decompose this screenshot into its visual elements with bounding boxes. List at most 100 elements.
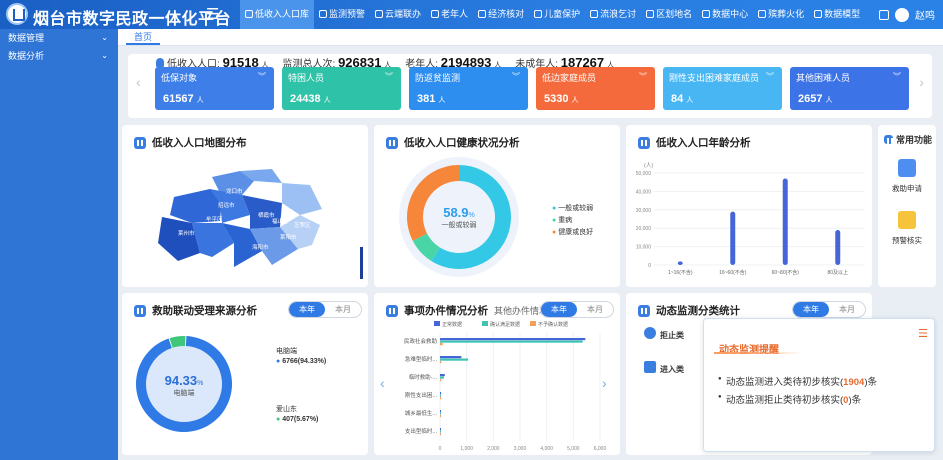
nav-icon <box>814 10 823 18</box>
sidebar-item-data-management[interactable]: 数据管理 ⌄ <box>0 29 118 47</box>
next-arrow-icon[interactable]: › <box>919 74 924 90</box>
chevron-down-icon: ⌄ <box>101 51 108 60</box>
matters-bar[interactable] <box>440 379 441 382</box>
nav-item-0[interactable]: 低收入人口库 <box>240 0 315 29</box>
matters-y-tick: 民政社会救助 <box>404 337 438 345</box>
matters-bar[interactable] <box>440 410 441 413</box>
nav-item-label: 经济核对 <box>488 9 525 19</box>
nav-item-9[interactable]: 殡葬火化 <box>753 0 809 29</box>
card-value: 61567 <box>163 93 194 105</box>
nav-item-label: 儿童保护 <box>544 9 581 19</box>
stat-card[interactable]: 特困人员 ︾ 24438 人 <box>282 67 401 110</box>
legend-item: ● 一般或较弱 <box>552 205 594 212</box>
age-bar[interactable] <box>730 211 736 265</box>
shortcut-rescue-apply[interactable]: 救助申请 <box>878 183 936 194</box>
matters-bar[interactable] <box>440 358 468 361</box>
matters-bar[interactable] <box>440 415 441 418</box>
page-tabs: 首页 <box>118 29 943 46</box>
fullscreen-icon[interactable] <box>879 9 889 20</box>
matters-bar[interactable] <box>440 361 442 364</box>
age-bar[interactable] <box>677 261 683 265</box>
matters-bar[interactable] <box>440 338 586 341</box>
matters-bar[interactable] <box>440 428 441 431</box>
age-bar-chart[interactable]: (人) 0 10,000 20,000 30,000 40,000 50,000 1~16(不… <box>626 125 872 287</box>
nav-item-5[interactable]: 儿童保护 <box>529 0 585 29</box>
card-title: 低边家庭成员 <box>542 73 597 83</box>
popup-row-reject[interactable]: 动态监测拒止类待初步核实(0)条 <box>718 392 861 406</box>
matters-x-tick: 0 <box>439 446 442 452</box>
matters-bar[interactable] <box>440 430 441 433</box>
toggle-this-month[interactable]: 本月 <box>829 302 865 317</box>
matters-bar[interactable] <box>440 392 442 395</box>
age-x-tick: 16~60(不含) <box>719 269 747 276</box>
nav-item-4[interactable]: 经济核对 <box>473 0 529 29</box>
age-y-unit: (人) <box>644 162 653 169</box>
matters-bar[interactable] <box>440 356 462 359</box>
map-region-label: 芝罘区 <box>294 223 311 229</box>
map-region-label: 莱阳市 <box>280 235 297 241</box>
nav-item-label: 殡葬火化 <box>768 9 805 19</box>
matters-bar-chart[interactable]: 正常数据 确认满足数据 不予确认数据 0 1,000 2,000 3,000 4,000 5,0… <box>374 293 620 455</box>
sidebar-item-data-analysis[interactable]: 数据分析 ⌄ <box>0 47 118 65</box>
list-menu-icon[interactable]: ☰ <box>918 327 928 340</box>
menu-toggle-icon[interactable]: ☰ <box>206 5 219 23</box>
matters-bar[interactable] <box>440 374 445 377</box>
matters-y-tick: 临时救助-... <box>409 373 438 381</box>
nav-item-label: 低收入人口库 <box>255 9 310 19</box>
matters-x-tick: 1,000 <box>460 446 473 452</box>
nav-icon <box>319 10 328 18</box>
user-name[interactable]: 赵鸣 <box>915 7 935 22</box>
matters-bar[interactable] <box>440 397 441 400</box>
stat-card[interactable]: 防返贫监测 ︾ 381 人 <box>409 67 528 110</box>
card-unit: 人 <box>825 97 833 104</box>
matters-bar[interactable] <box>440 376 444 379</box>
top-bar: 烟台市数字民政一体化平台 ☰ 低收入人口库 监测预警 云端联办 老年人 经济核对 儿童保护… <box>0 0 943 29</box>
matters-bar[interactable] <box>440 343 443 346</box>
toggle-this-year[interactable]: 本年 <box>793 302 829 317</box>
category-reject[interactable]: 拒止类 <box>660 330 684 341</box>
region-map[interactable] <box>122 125 368 287</box>
chevron-double-down-icon: ︾ <box>893 72 901 81</box>
avatar[interactable] <box>895 7 909 22</box>
matters-legend-swatch <box>482 321 488 326</box>
stat-card[interactable]: 低边家庭成员 ︾ 5330 人 <box>536 67 655 110</box>
matters-bar[interactable] <box>440 394 441 397</box>
card-unit: 人 <box>196 97 204 104</box>
tab-home[interactable]: 首页 <box>126 29 161 45</box>
nav-item-7[interactable]: 区划地名 <box>641 0 697 29</box>
matters-x-tick: 6,000 <box>594 446 607 452</box>
stat-card[interactable]: 刚性支出困难家庭成员 ︾ 84 人 <box>663 67 782 110</box>
sidebar-item-label: 数据管理 <box>8 33 45 43</box>
stat-card[interactable]: 低保对象 ︾ 61567 人 <box>155 67 274 110</box>
shortcut-warning-verify[interactable]: 预警核实 <box>878 235 936 246</box>
source-legend-pc: 电脑端 ● 6766(94.33%) <box>276 348 327 365</box>
prev-arrow-icon[interactable]: ‹ <box>136 74 141 90</box>
matters-bar[interactable] <box>440 412 441 415</box>
map-region-label: 蓬莱区 <box>256 185 273 191</box>
nav-icon <box>534 10 543 18</box>
document-icon[interactable] <box>898 159 916 177</box>
nav-item-2[interactable]: 云端联办 <box>370 0 426 29</box>
grid-icon <box>884 135 893 144</box>
health-legend: ● 一般或较弱 ● 重病 ● 健康或良好 <box>552 203 593 239</box>
nav-item-10[interactable]: 数据模型 <box>809 0 865 29</box>
nav-item-3[interactable]: 老年人 <box>426 0 473 29</box>
age-bar[interactable] <box>835 230 841 265</box>
coins-icon[interactable] <box>898 211 916 229</box>
matters-bar[interactable] <box>440 340 583 343</box>
category-enter[interactable]: 进入类 <box>660 364 684 375</box>
nav-item-1[interactable]: 监测预警 <box>314 0 370 29</box>
stat-card[interactable]: 其他困难人员 ︾ 2657 人 <box>790 67 909 110</box>
nav-item-8[interactable]: 数据中心 <box>697 0 753 29</box>
matters-y-tick: 刚性支出困... <box>405 391 438 399</box>
chevron-down-icon: ⌄ <box>101 33 108 42</box>
card-unit: 人 <box>571 97 579 104</box>
matters-bar[interactable] <box>440 433 441 436</box>
nav-item-6[interactable]: 流浪乞讨 <box>585 0 641 29</box>
health-center-value: 58.9 <box>443 205 469 220</box>
popup-title-underline <box>714 352 804 354</box>
age-bar[interactable] <box>782 178 788 265</box>
source-slice-1[interactable] <box>169 336 186 348</box>
user-x-icon <box>644 327 656 339</box>
popup-row-enter[interactable]: 动态监测进入类待初步核实(1904)条 <box>718 374 877 388</box>
